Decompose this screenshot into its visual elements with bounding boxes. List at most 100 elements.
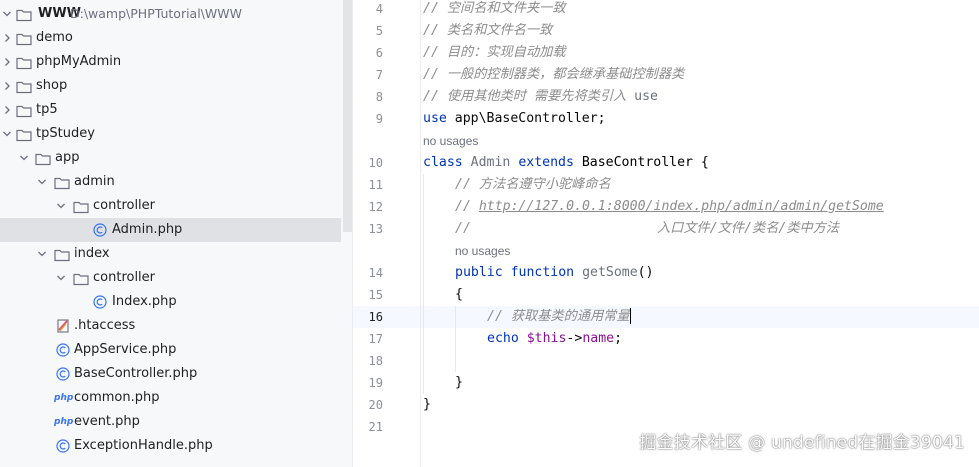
class-name: Admin — [470, 155, 511, 170]
tree-item-label: app — [55, 150, 80, 165]
chevron-right-icon[interactable] — [1, 50, 13, 74]
folder-icon — [35, 153, 51, 166]
tree-item-admin[interactable]: admin — [0, 170, 341, 194]
line-number: 8 — [375, 90, 383, 104]
line-number: 20 — [368, 398, 383, 412]
tree-item-index-controller[interactable]: controller — [0, 266, 341, 290]
tree-item-phpmyadmin[interactable]: phpMyAdmin — [0, 50, 341, 74]
comment: // 目的：实现自动加载 — [423, 45, 566, 60]
line-number: 11 — [368, 178, 383, 192]
tree-item-index-php[interactable]: Index.php — [0, 290, 341, 314]
code-line-11[interactable]: // 方法名遵守小驼峰命名 — [455, 174, 611, 196]
comment: // 使用其他类时 需要先将类引入 — [423, 89, 635, 104]
tree-item-exceptionhandle-php[interactable]: ExceptionHandle.php — [0, 434, 341, 458]
line-number: 7 — [375, 68, 383, 82]
tree-item-label: AppService.php — [74, 342, 177, 357]
code-line-8[interactable]: // 使用其他类时 需要先将类引入 use — [423, 86, 658, 108]
php-class-icon — [56, 439, 70, 453]
code-line-6[interactable]: // 目的：实现自动加载 — [423, 42, 566, 64]
code-line-17[interactable]: echo $this->name; — [487, 328, 622, 350]
comment-url-link[interactable]: http://127.0.0.1:8000/index.php/admin/ad… — [479, 199, 884, 214]
tree-item-label: tpStudey — [36, 126, 95, 141]
code-line-12[interactable]: // http://127.0.0.1:8000/index.php/admin… — [455, 196, 884, 218]
line-number: 17 — [368, 332, 383, 346]
this-variable: $this — [526, 331, 567, 346]
code-line-16[interactable]: // 获取基类的通用常量 — [487, 306, 632, 328]
folder-icon — [16, 33, 32, 46]
code-line-7[interactable]: // 一般的控制器类，都会继承基础控制器类 — [423, 64, 684, 86]
folder-icon — [54, 249, 70, 262]
comment: // — [455, 221, 471, 236]
tree-item-appservice-php[interactable]: AppService.php — [0, 338, 341, 362]
code-line-4[interactable]: // 空间名和文件夹一致 — [423, 0, 566, 20]
code-line-15[interactable]: { — [455, 284, 463, 306]
comment: // 获取基类的通用常量 — [487, 309, 630, 324]
project-tree-panel: WWW D:\wamp\PHPTutorial\WWW demo phpMyAd… — [0, 0, 352, 467]
code-line-9[interactable]: use app\BaseController; — [423, 108, 606, 130]
inlay-no-usages-method[interactable]: no usages — [455, 240, 510, 262]
php-class-icon — [56, 343, 70, 357]
tree-item-app[interactable]: app — [0, 146, 341, 170]
inlay-no-usages-class[interactable]: no usages — [423, 130, 478, 152]
chevron-right-icon[interactable] — [1, 98, 13, 122]
code-line-20[interactable]: } — [423, 394, 431, 416]
tree-item-common-php[interactable]: php common.php — [0, 386, 341, 410]
chevron-down-icon[interactable] — [1, 122, 13, 146]
method-name: getSome — [582, 265, 638, 280]
tree-item-admin-controller[interactable]: controller — [0, 194, 341, 218]
tree-item-label: event.php — [74, 414, 140, 429]
chevron-down-icon[interactable] — [18, 146, 30, 170]
text-caret — [629, 308, 632, 324]
tree-item-label: controller — [93, 270, 156, 285]
chevron-down-icon[interactable] — [55, 266, 67, 290]
chevron-down-icon[interactable] — [1, 2, 13, 26]
tree-item-admin-php[interactable]: Admin.php — [0, 218, 341, 242]
tree-item-htaccess[interactable]: .htaccess — [0, 314, 341, 338]
close-brace: } — [455, 375, 463, 390]
line-number: 6 — [375, 46, 383, 60]
tree-item-label: demo — [36, 30, 73, 45]
code-line-5[interactable]: // 类名和文件名一致 — [423, 20, 552, 42]
tree-item-label: shop — [36, 78, 68, 93]
tree-item-index[interactable]: index — [0, 242, 341, 266]
tree-item-label: BaseController.php — [74, 366, 198, 381]
php-file-icon: php — [54, 393, 74, 403]
code-line-19[interactable]: } — [455, 372, 463, 394]
tree-item-label: index — [74, 246, 110, 261]
code-line-13[interactable]: // 入口文件/文件/类名/类中方法 — [455, 218, 839, 240]
code-line-14[interactable]: public function getSome() — [455, 262, 654, 284]
folder-icon — [73, 201, 89, 214]
tree-item-tp5[interactable]: tp5 — [0, 98, 341, 122]
tree-scrollbar[interactable] — [343, 0, 352, 232]
chevron-right-icon[interactable] — [1, 26, 13, 50]
tree-item-shop[interactable]: shop — [0, 74, 341, 98]
line-number: 9 — [375, 112, 383, 126]
tree-item-label: phpMyAdmin — [36, 54, 122, 69]
tree-item-label: Admin.php — [112, 222, 183, 237]
line-number: 5 — [375, 24, 383, 38]
indent-guide — [455, 306, 456, 372]
line-number: 10 — [368, 156, 383, 170]
tree-item-label: .htaccess — [74, 318, 136, 333]
tree-item-event-php[interactable]: php event.php — [0, 410, 341, 434]
method-parens: () — [637, 265, 654, 280]
chevron-right-icon[interactable] — [1, 74, 13, 98]
folder-icon — [73, 273, 89, 286]
code-line-10[interactable]: class Admin extends BaseController { — [423, 152, 709, 174]
comment-route-text: 入口文件/文件/类名/类中方法 — [657, 221, 840, 236]
tree-item-tpstudey[interactable]: tpStudey — [0, 122, 341, 146]
tree-root-www[interactable]: WWW D:\wamp\PHPTutorial\WWW — [0, 2, 341, 26]
chevron-down-icon[interactable] — [36, 242, 48, 266]
property-name: name — [582, 331, 615, 346]
tree-item-basecontroller-php[interactable]: BaseController.php — [0, 362, 341, 386]
keyword-class: class — [423, 155, 463, 170]
chevron-down-icon[interactable] — [36, 170, 48, 194]
keyword-use: use — [423, 111, 447, 126]
chevron-down-icon[interactable] — [55, 194, 67, 218]
line-number: 4 — [375, 2, 383, 16]
line-number: 14 — [368, 266, 383, 280]
php-class-icon — [93, 295, 107, 309]
indent-guide — [423, 174, 424, 394]
comment-keyword: use — [634, 89, 658, 104]
tree-item-demo[interactable]: demo — [0, 26, 341, 50]
